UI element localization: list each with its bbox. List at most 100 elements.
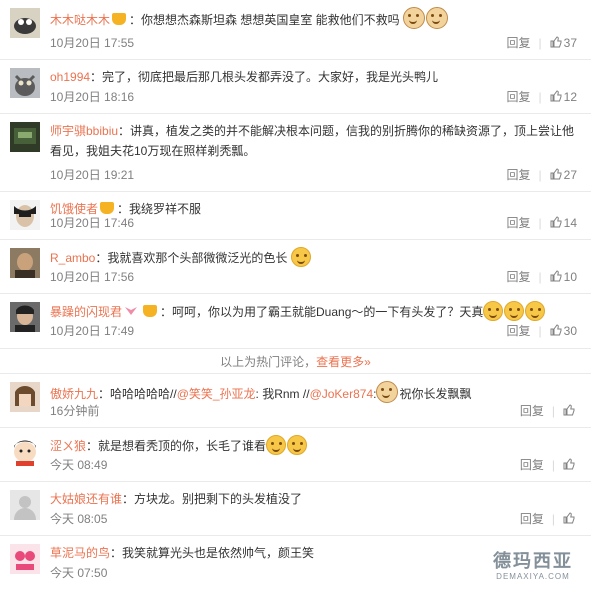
- dog-emoji-icon: [376, 381, 399, 403]
- reply-button[interactable]: 回复: [507, 168, 531, 182]
- avatar[interactable]: [10, 382, 40, 412]
- avatar[interactable]: [10, 122, 40, 152]
- thumbs-up-icon[interactable]: [563, 404, 575, 416]
- comment-time: 10月20日 17:46: [50, 216, 135, 230]
- reply-button[interactable]: 回复: [507, 324, 531, 338]
- comment-text-part: 祝你长发飘飘: [399, 387, 472, 401]
- like-count: 12: [563, 90, 577, 104]
- like-count: 30: [563, 324, 577, 338]
- separator: |: [551, 404, 555, 418]
- comment-text: ：我就喜欢那个头部微微泛光的色长: [95, 251, 288, 265]
- comment-list: 木木哒木木 ：你想想杰森斯坦森 想想英国皇室 能救他们不救吗 10月20日 17:…: [0, 0, 591, 596]
- list-item: 傲娇九九：哈哈哈哈哈//@笑笑_孙亚龙: 我Rnm //@JoKer874: 祝你…: [0, 374, 591, 428]
- reply-button[interactable]: 回复: [507, 36, 531, 50]
- list-item: 暴躁的闪现君 ：呵呵，你以为用了霸王就能Duang～的一下有头发了？天真 10月2…: [0, 294, 591, 348]
- like-count: 10: [563, 270, 577, 284]
- comment-text: ：你想想杰森斯坦森 想想英国皇室 能救他们不救吗: [129, 13, 400, 27]
- reply-button[interactable]: 回复: [520, 404, 544, 418]
- comment-username[interactable]: 师宇骐bbibiu: [50, 124, 118, 138]
- reply-button[interactable]: 回复: [520, 512, 544, 526]
- site-watermark: 德玛西亚 DEMAXIYA.COM: [487, 552, 579, 584]
- list-item: 大姑娘还有谁：方块龙。别把剩下的头发植没了 今天 08:05 回复 |: [0, 482, 591, 536]
- avatar[interactable]: [10, 436, 40, 466]
- watermark-title: 德玛西亚: [493, 551, 573, 572]
- avatar[interactable]: [10, 490, 40, 520]
- comment-time: 今天 08:05: [50, 512, 108, 526]
- reply-button[interactable]: 回复: [507, 216, 531, 230]
- vip-badge-icon[interactable]: [112, 13, 127, 25]
- view-more-link[interactable]: 查看更多»: [316, 355, 371, 369]
- comment-username[interactable]: R_ambo: [50, 251, 95, 265]
- comment-username[interactable]: 木木哒木木: [50, 13, 110, 27]
- comment-text: ：讲真，植发之类的并不能解决根本问题，信我的别折腾你的稀缺资源了，顶上尝让他看见…: [50, 124, 575, 158]
- avatar[interactable]: [10, 544, 40, 574]
- thumbs-up-icon[interactable]: [550, 36, 562, 48]
- vip-wings-icon[interactable]: [124, 305, 138, 317]
- hot-divider-text: 以上为热门评论，: [220, 355, 317, 369]
- list-item: 木木哒木木 ：你想想杰森斯坦森 想想英国皇室 能救他们不救吗 10月20日 17:…: [0, 0, 591, 60]
- smile-emoji-icon: [504, 301, 525, 321]
- reply-button[interactable]: 回复: [507, 270, 531, 284]
- smile-emoji-icon: [525, 301, 546, 321]
- thumbs-up-icon[interactable]: [550, 90, 562, 102]
- comment-username[interactable]: oh1994: [50, 70, 90, 84]
- separator: |: [538, 216, 542, 230]
- avatar[interactable]: [10, 8, 40, 38]
- separator: |: [538, 90, 542, 104]
- dog-emoji-icon: [403, 7, 426, 29]
- list-item: 饥饿使者 ：我绕罗祥不服 10月20日 17:46 回复 | 14: [0, 192, 591, 240]
- mention-link[interactable]: @JoKer874: [310, 387, 374, 401]
- comment-time: 今天 07:50: [50, 566, 108, 580]
- comment-username[interactable]: 傲娇九九: [50, 387, 98, 401]
- comment-time: 10月20日 17:56: [50, 270, 135, 284]
- separator: |: [538, 36, 542, 50]
- comment-text: ：我笑就算光头也是依然帅气，颜王笑: [110, 546, 315, 560]
- smile-emoji-icon: [290, 247, 311, 267]
- like-count: 37: [563, 36, 577, 50]
- comment-text: ：方块龙。别把剩下的头发植没了: [122, 492, 303, 506]
- comment-username[interactable]: 草泥马的鸟: [50, 546, 110, 560]
- reply-button[interactable]: 回复: [507, 90, 531, 104]
- smile-emoji-icon: [483, 301, 504, 321]
- comment-text: ：呵呵，你以为用了霸王就能Duang～的一下有头发了？天真: [160, 305, 484, 319]
- dog-emoji-icon: [426, 7, 449, 29]
- avatar[interactable]: [10, 68, 40, 98]
- comment-time: 今天 08:49: [50, 458, 108, 472]
- thumbs-up-icon[interactable]: [550, 216, 562, 228]
- comment-time: 10月20日 17:49: [50, 324, 135, 338]
- comment-text: ：就是想看秃顶的你，长毛了谁看: [86, 439, 267, 453]
- thumbs-up-icon[interactable]: [550, 270, 562, 282]
- avatar[interactable]: [10, 200, 40, 230]
- thumbs-up-icon[interactable]: [563, 458, 575, 470]
- comment-text: ：哈哈哈哈哈//: [98, 387, 177, 401]
- thumbs-up-icon[interactable]: [550, 168, 562, 180]
- comment-time: 16分钟前: [50, 404, 100, 418]
- comment-time: 10月20日 18:16: [50, 90, 135, 104]
- thumbs-up-icon[interactable]: [563, 512, 575, 524]
- separator: |: [551, 458, 555, 472]
- separator: |: [538, 168, 542, 182]
- separator: |: [538, 324, 542, 338]
- smile-emoji-icon: [287, 435, 308, 455]
- reply-button[interactable]: 回复: [520, 458, 544, 472]
- list-item: 涩ㄨ狼：就是想看秃顶的你，长毛了谁看 今天 08:49 回复 |: [0, 428, 591, 482]
- avatar[interactable]: [10, 248, 40, 278]
- like-count: 27: [563, 168, 577, 182]
- comment-username[interactable]: 暴躁的闪现君: [50, 305, 122, 319]
- smile-emoji-icon: [266, 435, 287, 455]
- list-item: oh1994：完了，彻底把最后那几根头发都弄没了。大家好，我是光头鸭儿 10月2…: [0, 60, 591, 114]
- mention-link[interactable]: @笑笑_孙亚龙: [177, 387, 256, 401]
- list-item: R_ambo：我就喜欢那个头部微微泛光的色长 10月20日 17:56 回复 | 1…: [0, 240, 591, 294]
- separator: |: [538, 270, 542, 284]
- watermark-subtitle: DEMAXIYA.COM: [496, 572, 570, 581]
- like-count: 14: [563, 216, 577, 230]
- comment-username[interactable]: 涩ㄨ狼: [50, 439, 86, 453]
- comment-time: 10月20日 17:55: [50, 36, 135, 50]
- hot-comments-divider: 以上为热门评论，查看更多»: [0, 348, 591, 374]
- avatar[interactable]: [10, 302, 40, 332]
- comment-time: 10月20日 19:21: [50, 168, 135, 182]
- thumbs-up-icon[interactable]: [550, 324, 562, 336]
- separator: |: [551, 512, 555, 526]
- comment-username[interactable]: 大姑娘还有谁: [50, 492, 122, 506]
- vip-badge-icon[interactable]: [143, 305, 158, 317]
